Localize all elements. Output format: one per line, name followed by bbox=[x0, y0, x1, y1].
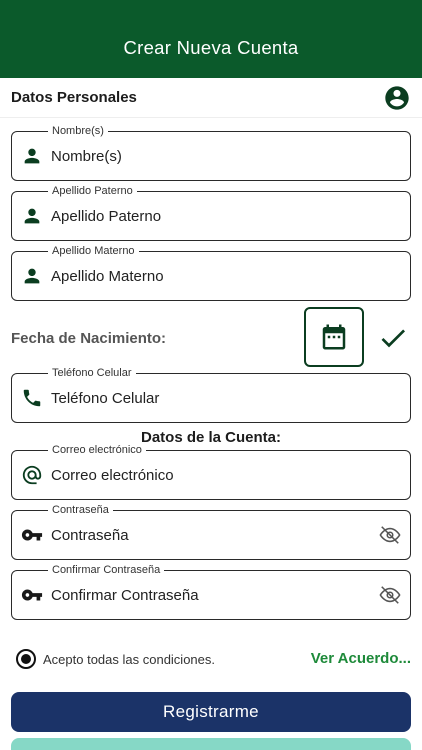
terms-text: Acepto todas las condiciones. bbox=[43, 651, 215, 667]
nombre-field[interactable]: Nombre(s) bbox=[11, 124, 411, 181]
person-icon bbox=[24, 148, 40, 164]
contrasena-field[interactable]: Contraseña bbox=[11, 503, 411, 560]
secondary-button[interactable] bbox=[11, 738, 411, 750]
nombre-input[interactable] bbox=[51, 132, 371, 180]
visibility-off-icon[interactable] bbox=[379, 584, 401, 606]
correo-input[interactable] bbox=[51, 451, 371, 499]
terms-row[interactable]: Acepto todas las condiciones. bbox=[16, 648, 215, 670]
telefono-field[interactable]: Teléfono Celular bbox=[11, 366, 411, 423]
section-title-personal: Datos Personales bbox=[11, 89, 137, 106]
birthdate-picker-button[interactable] bbox=[304, 307, 364, 367]
personal-data-header: Datos Personales bbox=[0, 78, 422, 118]
key-icon bbox=[21, 589, 43, 601]
key-icon bbox=[21, 529, 43, 541]
apellido-materno-input[interactable] bbox=[51, 252, 371, 300]
person-icon bbox=[24, 208, 40, 224]
terms-radio[interactable] bbox=[16, 649, 36, 669]
person-icon bbox=[24, 268, 40, 284]
view-agreement-link[interactable]: Ver Acuerdo... bbox=[311, 650, 411, 667]
visibility-off-icon[interactable] bbox=[379, 524, 401, 546]
telefono-input[interactable] bbox=[51, 374, 371, 422]
phone-icon bbox=[23, 389, 41, 407]
app-bar: Crear Nueva Cuenta bbox=[0, 0, 422, 78]
contrasena-input[interactable] bbox=[51, 511, 371, 559]
apellido-paterno-input[interactable] bbox=[51, 192, 371, 240]
correo-field[interactable]: Correo electrónico bbox=[11, 443, 411, 500]
account-circle-icon[interactable] bbox=[383, 84, 411, 112]
confirmar-contrasena-field[interactable]: Confirmar Contraseña bbox=[11, 563, 411, 620]
register-button[interactable]: Registrarme bbox=[11, 692, 411, 732]
at-sign-icon bbox=[22, 465, 42, 485]
calendar-icon bbox=[322, 324, 346, 350]
page-title: Crear Nueva Cuenta bbox=[123, 37, 299, 58]
apellido-paterno-field[interactable]: Apellido Paterno bbox=[11, 184, 411, 241]
apellido-materno-field[interactable]: Apellido Materno bbox=[11, 244, 411, 301]
check-icon bbox=[381, 329, 405, 348]
birthdate-label: Fecha de Nacimiento: bbox=[11, 330, 167, 347]
confirmar-contrasena-input[interactable] bbox=[51, 571, 371, 619]
radio-selected-dot bbox=[21, 654, 31, 664]
